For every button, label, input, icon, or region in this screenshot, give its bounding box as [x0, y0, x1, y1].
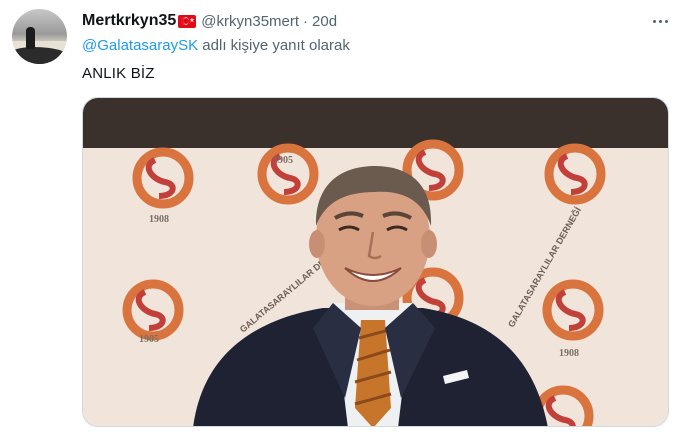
tweet-text: ANLIK BİZ	[82, 65, 155, 82]
media-banner	[83, 98, 668, 148]
more-dot	[658, 19, 662, 23]
backdrop-year-3: 1905	[139, 334, 159, 345]
separator-dot: ·	[303, 12, 309, 30]
avatar-land	[12, 47, 67, 64]
turkey-flag-icon: ★	[178, 14, 197, 28]
tweet-header: Mertkrkyn35 ★ @krkyn35mert · 20d	[82, 11, 337, 31]
more-options-icon[interactable]	[650, 14, 670, 28]
replying-to: @GalatasaraySK adlı kişiye yanıt olarak	[82, 37, 350, 54]
tweet[interactable]: Mertkrkyn35 ★ @krkyn35mert · 20d @Galata…	[0, 0, 700, 437]
user-handle[interactable]: @krkyn35mert	[201, 13, 299, 30]
backdrop-year-1: 1908	[149, 214, 169, 225]
tweet-media[interactable]: 1908 1905 1905 1908 GALATASARAYLILAR DER…	[82, 97, 669, 427]
timestamp[interactable]: 20d	[312, 13, 337, 30]
reply-to-link[interactable]: @GalatasaraySK	[82, 37, 198, 54]
backdrop-year-2: 1905	[273, 155, 293, 166]
more-dot	[664, 19, 668, 23]
reply-to-suffix: adlı kişiye yanıt olarak	[202, 37, 350, 54]
display-name[interactable]: Mertkrkyn35	[82, 12, 176, 30]
media-image: 1908 1905 1905 1908 GALATASARAYLILAR DER…	[83, 98, 668, 426]
more-dot	[652, 19, 656, 23]
avatar-person	[26, 27, 35, 49]
backdrop-year-4: 1908	[559, 348, 579, 359]
avatar[interactable]	[12, 9, 67, 64]
